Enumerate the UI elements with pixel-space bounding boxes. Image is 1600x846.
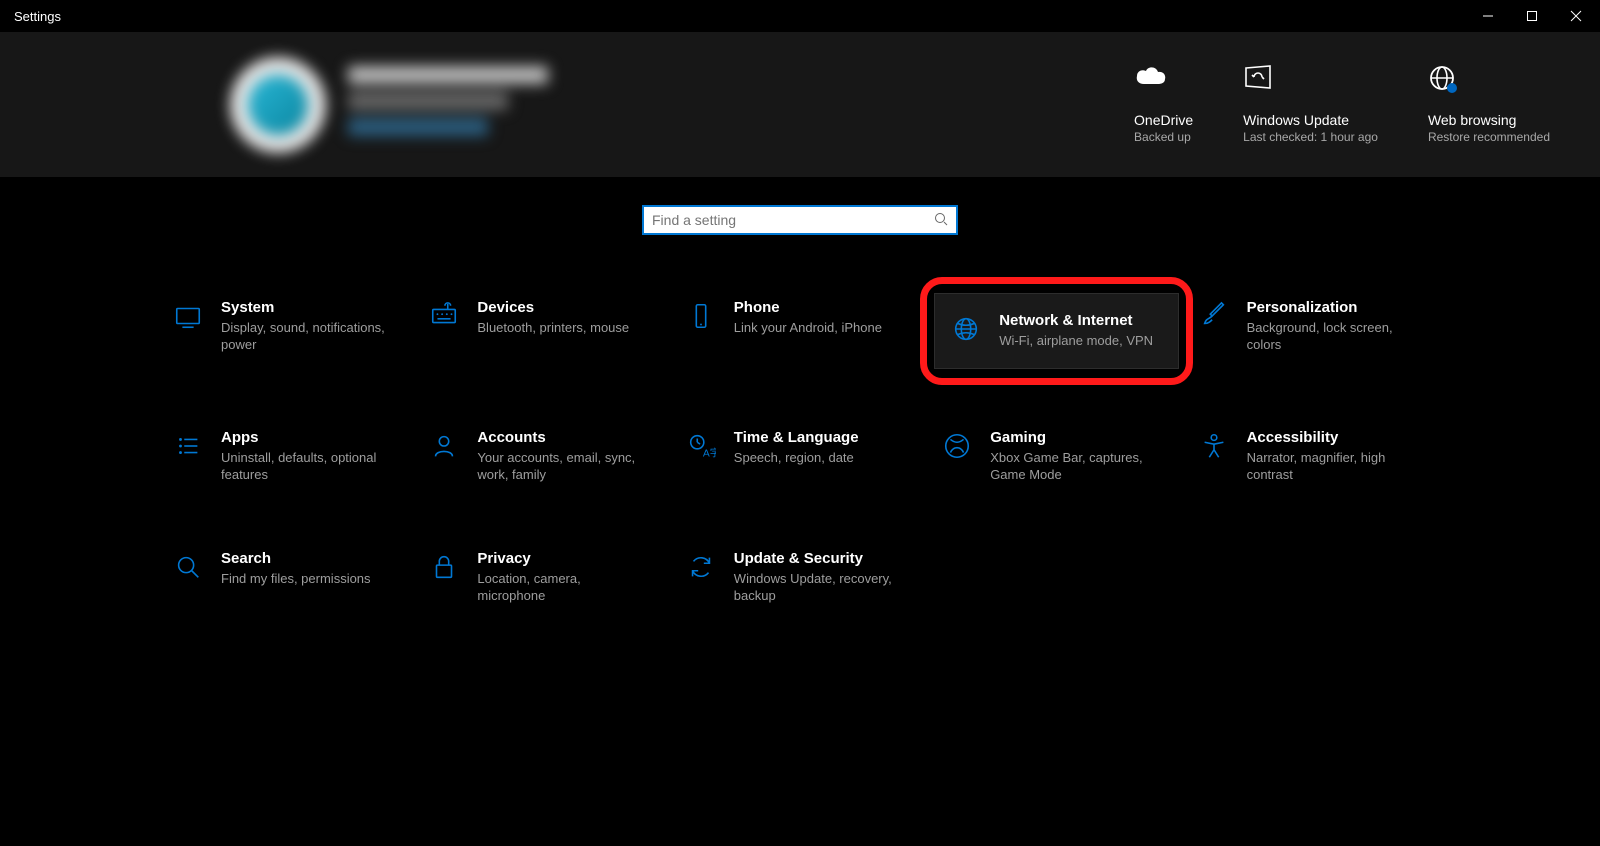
time-language-icon: A字: [684, 429, 718, 463]
tile-apps[interactable]: Apps Uninstall, defaults, optional featu…: [165, 423, 409, 490]
tile-desc: Link your Android, iPhone: [734, 320, 882, 337]
tile-title: System: [221, 299, 389, 316]
tile-title: Time & Language: [734, 429, 859, 446]
update-icon: [1243, 64, 1378, 108]
tile-desc: Windows Update, recovery, backup: [734, 571, 902, 605]
titlebar: Settings: [0, 0, 1600, 32]
tile-privacy[interactable]: Privacy Location, camera, microphone: [421, 544, 665, 611]
globe-icon: [1428, 64, 1550, 108]
maximize-button[interactable]: [1526, 10, 1542, 22]
tile-desc: Location, camera, microphone: [477, 571, 645, 605]
status-card-web-browsing[interactable]: Web browsing Restore recommended: [1428, 64, 1550, 146]
status-card-windows-update[interactable]: Windows Update Last checked: 1 hour ago: [1243, 64, 1378, 146]
settings-grid: System Display, sound, notifications, po…: [165, 293, 1435, 610]
tile-network[interactable]: Network & Internet Wi-Fi, airplane mode,…: [934, 293, 1178, 369]
avatar-icon: [230, 57, 326, 153]
tile-desc: Speech, region, date: [734, 450, 859, 467]
cloud-icon: [1134, 64, 1193, 108]
phone-icon: [684, 299, 718, 333]
tile-gaming[interactable]: Gaming Xbox Game Bar, captures, Game Mod…: [934, 423, 1178, 490]
tile-desc: Your accounts, email, sync, work, family: [477, 450, 645, 484]
close-button[interactable]: [1570, 10, 1586, 22]
content: System Display, sound, notifications, po…: [0, 177, 1600, 610]
window-title: Settings: [14, 9, 61, 24]
paintbrush-icon: [1197, 299, 1231, 333]
header-band: OneDrive Backed up Windows Update Last c…: [0, 32, 1600, 177]
tile-title: Update & Security: [734, 550, 902, 567]
xbox-icon: [940, 429, 974, 463]
tile-title: Devices: [477, 299, 629, 316]
tile-accounts[interactable]: Accounts Your accounts, email, sync, wor…: [421, 423, 665, 490]
accessibility-icon: [1197, 429, 1231, 463]
tile-desc: Xbox Game Bar, captures, Game Mode: [990, 450, 1158, 484]
window-controls: [1482, 10, 1586, 22]
tile-time-language[interactable]: A字 Time & Language Speech, region, date: [678, 423, 922, 490]
tile-title: Personalization: [1247, 299, 1415, 316]
status-card-onedrive[interactable]: OneDrive Backed up: [1134, 64, 1193, 146]
person-icon: [427, 429, 461, 463]
list-icon: [171, 429, 205, 463]
search-icon: [171, 550, 205, 584]
tile-update-security[interactable]: Update & Security Windows Update, recove…: [678, 544, 922, 611]
tile-title: Accounts: [477, 429, 645, 446]
status-title: Web browsing: [1428, 112, 1550, 128]
user-profile[interactable]: [230, 57, 548, 153]
status-title: OneDrive: [1134, 112, 1193, 128]
tile-desc: Background, lock screen, colors: [1247, 320, 1415, 354]
tile-phone[interactable]: Phone Link your Android, iPhone: [678, 293, 922, 369]
tile-title: Accessibility: [1247, 429, 1415, 446]
status-subtitle: Backed up: [1134, 130, 1193, 146]
tile-desc: Wi-Fi, airplane mode, VPN: [999, 333, 1153, 350]
search-icon: [934, 212, 948, 229]
tile-personalization[interactable]: Personalization Background, lock screen,…: [1191, 293, 1435, 369]
tile-title: Privacy: [477, 550, 645, 567]
tile-title: Search: [221, 550, 371, 567]
minimize-button[interactable]: [1482, 10, 1498, 22]
tile-title: Phone: [734, 299, 882, 316]
status-title: Windows Update: [1243, 112, 1378, 128]
search-box[interactable]: [642, 205, 958, 235]
keyboard-icon: [427, 299, 461, 333]
tile-search[interactable]: Search Find my files, permissions: [165, 544, 409, 611]
tile-desc: Display, sound, notifications, power: [221, 320, 389, 354]
tile-devices[interactable]: Devices Bluetooth, printers, mouse: [421, 293, 665, 369]
tile-accessibility[interactable]: Accessibility Narrator, magnifier, high …: [1191, 423, 1435, 490]
status-cards: OneDrive Backed up Windows Update Last c…: [1134, 64, 1550, 146]
tile-title: Gaming: [990, 429, 1158, 446]
tile-desc: Find my files, permissions: [221, 571, 371, 588]
profile-text: [348, 66, 548, 144]
status-subtitle: Last checked: 1 hour ago: [1243, 130, 1378, 146]
status-subtitle: Restore recommended: [1428, 130, 1550, 146]
globe-icon: [949, 312, 983, 346]
tile-desc: Narrator, magnifier, high contrast: [1247, 450, 1415, 484]
tile-title: Apps: [221, 429, 389, 446]
lock-icon: [427, 550, 461, 584]
monitor-icon: [171, 299, 205, 333]
sync-icon: [684, 550, 718, 584]
svg-text:A字: A字: [703, 446, 716, 459]
search-input[interactable]: [652, 212, 934, 228]
tile-desc: Uninstall, defaults, optional features: [221, 450, 389, 484]
tile-system[interactable]: System Display, sound, notifications, po…: [165, 293, 409, 369]
tile-desc: Bluetooth, printers, mouse: [477, 320, 629, 337]
tile-title: Network & Internet: [999, 312, 1153, 329]
